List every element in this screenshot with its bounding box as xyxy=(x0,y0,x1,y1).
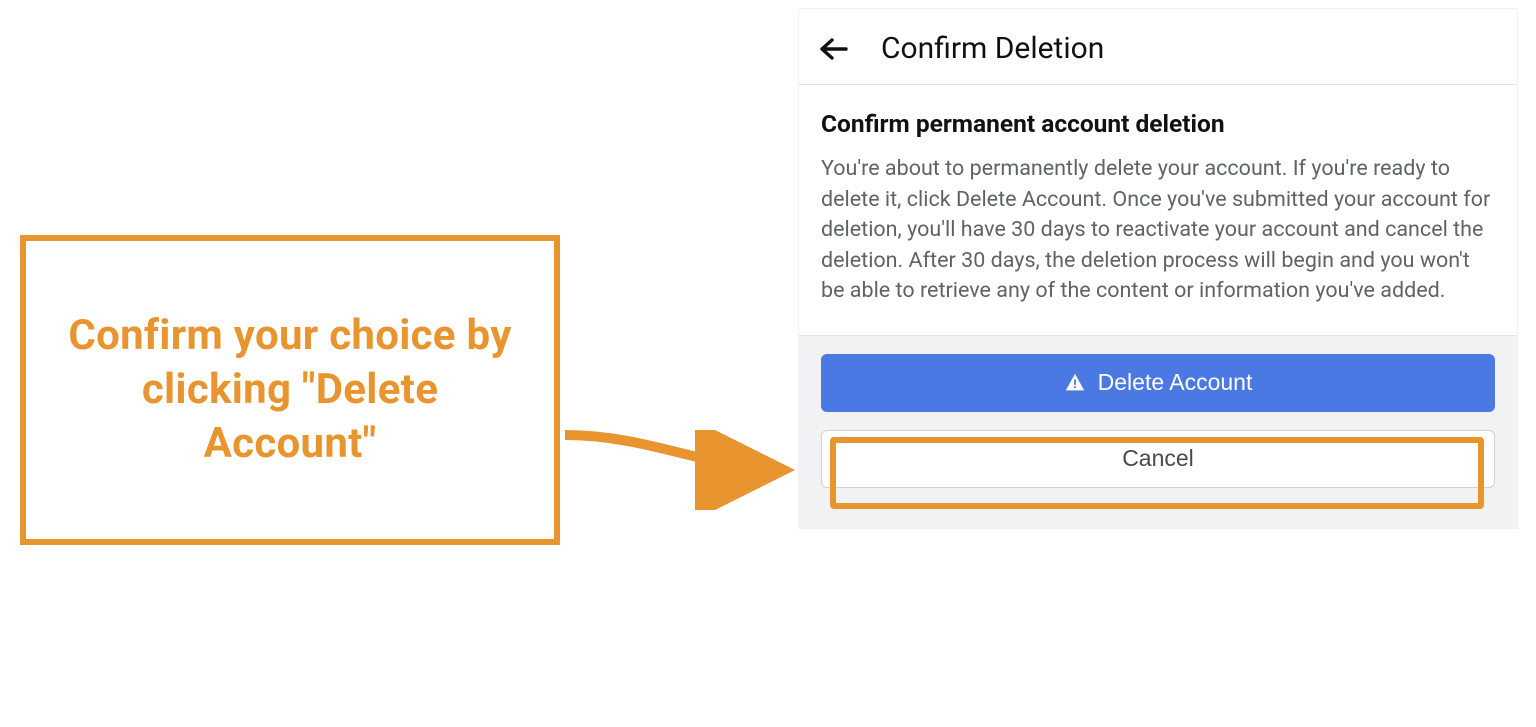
cancel-button[interactable]: Cancel xyxy=(821,430,1495,488)
stage: Confirm your choice by clicking "Delete … xyxy=(0,0,1536,727)
instruction-callout: Confirm your choice by clicking "Delete … xyxy=(20,235,560,545)
panel-title: Confirm Deletion xyxy=(881,31,1104,66)
panel-body: Confirm permanent account deletion You'r… xyxy=(799,85,1517,335)
confirm-deletion-panel: Confirm Deletion Confirm permanent accou… xyxy=(798,8,1518,529)
delete-account-button-label: Delete Account xyxy=(1098,369,1253,396)
back-arrow-icon[interactable] xyxy=(819,37,849,61)
instruction-callout-text: Confirm your choice by clicking "Delete … xyxy=(56,309,524,470)
confirm-body-text: You're about to permanently delete your … xyxy=(821,154,1495,307)
warning-icon xyxy=(1064,372,1086,394)
confirm-heading: Confirm permanent account deletion xyxy=(821,109,1495,138)
arrow-icon xyxy=(560,430,810,510)
panel-header: Confirm Deletion xyxy=(799,9,1517,84)
button-area: Delete Account Cancel xyxy=(799,335,1517,528)
cancel-button-label: Cancel xyxy=(1122,445,1194,472)
delete-account-button[interactable]: Delete Account xyxy=(821,354,1495,412)
